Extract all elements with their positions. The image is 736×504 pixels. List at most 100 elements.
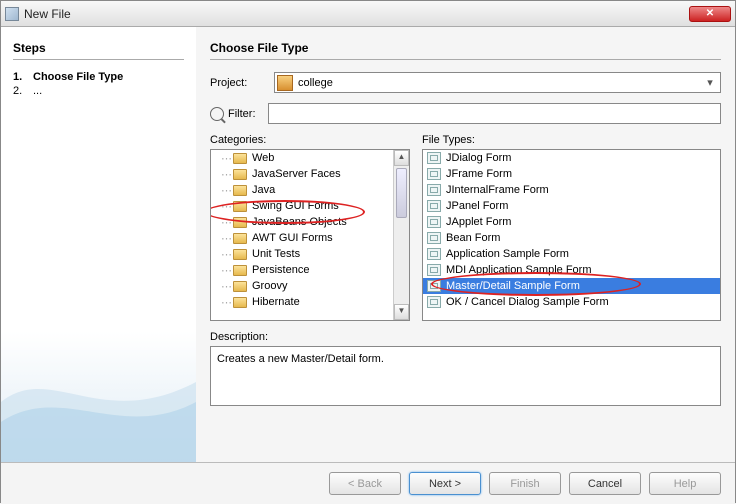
folder-icon [233, 233, 247, 244]
category-item[interactable]: ⋯Hibernate [211, 294, 393, 310]
filetype-item[interactable]: JFrame Form [423, 166, 720, 182]
category-item[interactable]: ⋯JavaServer Faces [211, 166, 393, 182]
category-item[interactable]: ⋯Swing GUI Forms [211, 198, 393, 214]
filetype-item[interactable]: MDI Application Sample Form [423, 262, 720, 278]
steps-heading: Steps [13, 41, 184, 60]
step-item: 1.Choose File Type [13, 70, 184, 84]
filetypes-listbox[interactable]: JDialog Form JFrame Form JInternalFrame Fo… [422, 149, 721, 321]
chevron-down-icon: ▾ [702, 76, 718, 89]
category-item[interactable]: ⋯AWT GUI Forms [211, 230, 393, 246]
filetype-item[interactable]: Application Sample Form [423, 246, 720, 262]
form-icon [427, 296, 441, 308]
form-icon [427, 264, 441, 276]
category-label: Java [252, 184, 275, 196]
filetype-label: Application Sample Form [446, 248, 569, 260]
close-button[interactable]: ✕ [689, 6, 731, 22]
folder-icon [233, 265, 247, 276]
scroll-thumb[interactable] [396, 168, 407, 218]
next-button[interactable]: Next > [409, 472, 481, 495]
project-icon [277, 75, 293, 91]
category-item[interactable]: ⋯Persistence [211, 262, 393, 278]
project-value: college [298, 77, 702, 89]
content-area: Steps 1.Choose File Type2.... Choose Fil… [1, 27, 735, 462]
filetype-label: Master/Detail Sample Form [446, 280, 580, 292]
categories-label: Categories: [210, 134, 410, 146]
filetypes-label: File Types: [422, 134, 721, 146]
filetype-label: OK / Cancel Dialog Sample Form [446, 296, 609, 308]
search-icon [210, 107, 224, 121]
filetype-label: JPanel Form [446, 200, 508, 212]
form-icon [427, 248, 441, 260]
title-bar: New File ✕ [1, 1, 735, 27]
filter-input[interactable] [268, 103, 721, 124]
scroll-down-icon[interactable]: ▼ [394, 304, 409, 320]
form-icon [427, 168, 441, 180]
filetype-item[interactable]: Bean Form [423, 230, 720, 246]
category-label: JavaBeans Objects [252, 216, 347, 228]
folder-icon [233, 169, 247, 180]
category-item[interactable]: ⋯Java [211, 182, 393, 198]
project-label: Project: [210, 77, 274, 89]
category-label: JavaServer Faces [252, 168, 341, 180]
scroll-up-icon[interactable]: ▲ [394, 150, 409, 166]
categories-listbox[interactable]: ⋯Web⋯JavaServer Faces⋯Java⋯Swing GUI For… [210, 149, 410, 321]
folder-icon [233, 201, 247, 212]
category-label: Hibernate [252, 296, 300, 308]
app-icon [5, 7, 19, 21]
scrollbar[interactable]: ▲ ▼ [393, 150, 409, 320]
category-item[interactable]: ⋯Unit Tests [211, 246, 393, 262]
filetype-label: JFrame Form [446, 168, 512, 180]
form-icon [427, 184, 441, 196]
category-item[interactable]: ⋯Groovy [211, 278, 393, 294]
category-label: Persistence [252, 264, 309, 276]
filter-label: Filter: [228, 108, 268, 120]
project-select[interactable]: college ▾ [274, 72, 721, 93]
window-title: New File [24, 7, 689, 21]
filetype-item[interactable]: JApplet Form [423, 214, 720, 230]
folder-icon [233, 281, 247, 292]
filetype-item[interactable]: Master/Detail Sample Form [423, 278, 720, 294]
form-icon [427, 216, 441, 228]
category-label: Swing GUI Forms [252, 200, 339, 212]
filetype-label: JInternalFrame Form [446, 184, 549, 196]
back-button[interactable]: < Back [329, 472, 401, 495]
main-heading: Choose File Type [210, 41, 721, 60]
form-icon [427, 280, 441, 292]
description-box: Creates a new Master/Detail form. [210, 346, 721, 406]
filetype-label: Bean Form [446, 232, 500, 244]
filetype-label: MDI Application Sample Form [446, 264, 592, 276]
folder-icon [233, 249, 247, 260]
step-number: 1. [13, 71, 33, 83]
filetype-item[interactable]: OK / Cancel Dialog Sample Form [423, 294, 720, 310]
category-item[interactable]: ⋯Web [211, 150, 393, 166]
form-icon [427, 232, 441, 244]
finish-button[interactable]: Finish [489, 472, 561, 495]
category-item[interactable]: ⋯JavaBeans Objects [211, 214, 393, 230]
decorative-wave [1, 342, 196, 462]
description-label: Description: [210, 331, 721, 343]
category-label: Unit Tests [252, 248, 300, 260]
step-label: Choose File Type [33, 71, 123, 83]
step-label: ... [33, 85, 42, 97]
steps-panel: Steps 1.Choose File Type2.... [1, 27, 196, 462]
category-label: Web [252, 152, 274, 164]
description-text: Creates a new Master/Detail form. [217, 353, 384, 365]
category-label: Groovy [252, 280, 287, 292]
form-icon [427, 152, 441, 164]
filetype-item[interactable]: JInternalFrame Form [423, 182, 720, 198]
help-button[interactable]: Help [649, 472, 721, 495]
folder-icon [233, 153, 247, 164]
cancel-button[interactable]: Cancel [569, 472, 641, 495]
filetype-item[interactable]: JPanel Form [423, 198, 720, 214]
step-item: 2.... [13, 84, 184, 98]
button-bar: < Back Next > Finish Cancel Help [1, 462, 735, 504]
folder-icon [233, 185, 247, 196]
folder-icon [233, 217, 247, 228]
category-label: AWT GUI Forms [252, 232, 333, 244]
filetype-item[interactable]: JDialog Form [423, 150, 720, 166]
step-number: 2. [13, 85, 33, 97]
filetype-label: JApplet Form [446, 216, 511, 228]
filetype-label: JDialog Form [446, 152, 511, 164]
main-panel: Choose File Type Project: college ▾ Filt… [196, 27, 735, 462]
folder-icon [233, 297, 247, 308]
